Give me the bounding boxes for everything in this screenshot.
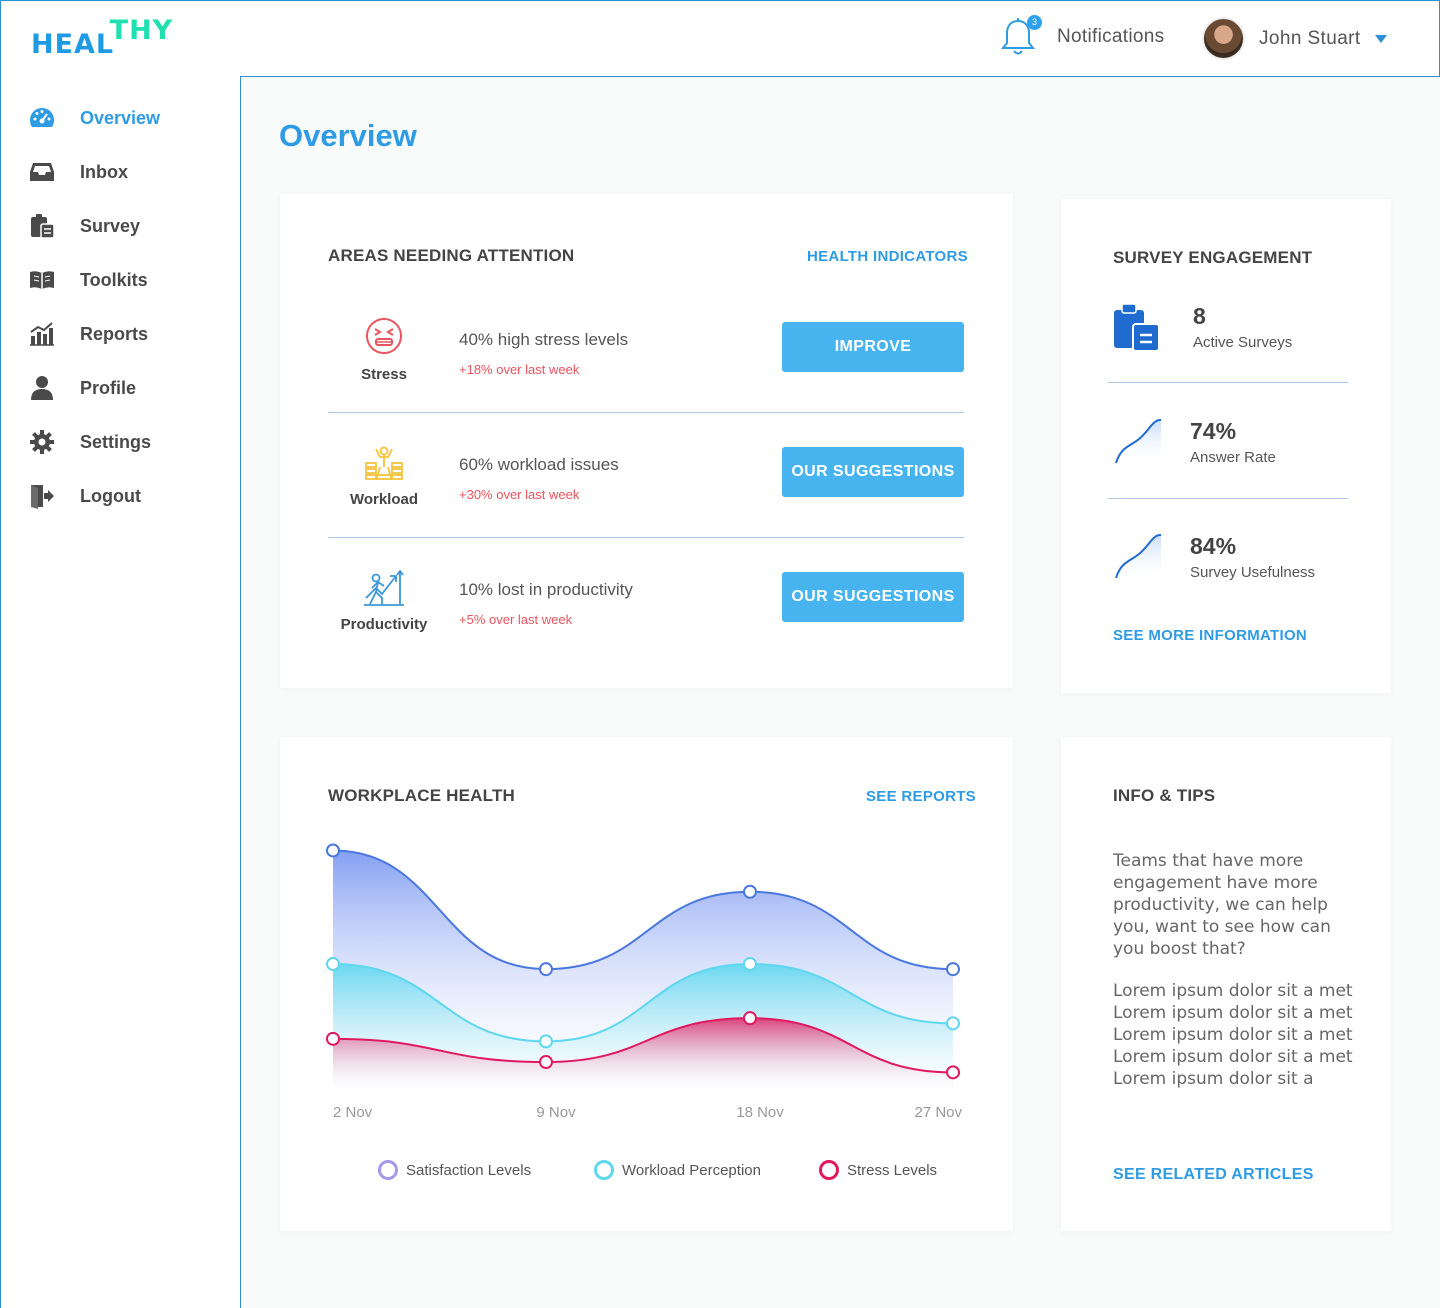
avatar[interactable] [1202, 17, 1245, 60]
notification-badge: 3 [1027, 15, 1042, 30]
clipboard-icon [1113, 302, 1161, 357]
survey-usefulness-label: Survey Usefulness [1190, 564, 1316, 581]
workplace-health-card: WORKPLACE HEALTH SEE REPORTS [280, 737, 1013, 1231]
survey-card-title: SURVEY ENGAGEMENT [1113, 248, 1313, 267]
legend-marker [594, 1160, 614, 1180]
sidebar-item-label: Overview [80, 107, 161, 128]
our-suggestions-button[interactable]: OUR SUGGESTIONS [782, 447, 964, 497]
sidebar-item-survey[interactable]: Survey [29, 211, 140, 241]
area-change: +5% over last week [459, 612, 573, 627]
trend-icon [1113, 532, 1163, 587]
area-change: +30% over last week [459, 487, 580, 502]
chart-icon [29, 321, 55, 347]
logout-icon [29, 483, 55, 509]
user-name: John Stuart [1259, 27, 1361, 49]
workload-icon [358, 445, 410, 489]
survey-usefulness-value: 84% [1190, 533, 1237, 559]
sidebar-item-label: Settings [80, 431, 152, 452]
tips-card-title: INFO & TIPS [1113, 786, 1216, 805]
trend-icon [1113, 417, 1163, 472]
legend-marker [378, 1160, 398, 1180]
gear-icon [29, 429, 55, 455]
legend-marker [819, 1160, 839, 1180]
sidebar-item-label: Profile [80, 377, 137, 398]
user-menu[interactable]: John Stuart [1202, 17, 1387, 60]
legend-item-satisfaction: Satisfaction Levels [378, 1160, 531, 1180]
sidebar-item-profile[interactable]: Profile [29, 373, 136, 403]
info-tips-card: INFO & TIPS Teams that have more engagem… [1061, 737, 1391, 1231]
workplace-card-title: WORKPLACE HEALTH [328, 786, 516, 805]
health-indicators-link[interactable]: HEALTH INDICATORS [807, 248, 968, 265]
area-metric: 10% lost in productivity [459, 580, 633, 599]
legend-item-workload: Workload Perception [594, 1160, 761, 1180]
area-change: +18% over last week [459, 362, 580, 377]
area-name: Workload [349, 491, 419, 508]
area-metric: 40% high stress levels [459, 330, 629, 349]
area-name: Stress [361, 366, 407, 383]
sidebar-item-overview[interactable]: Overview [29, 103, 160, 133]
person-icon [29, 375, 55, 401]
book-icon [29, 267, 55, 293]
legend-item-stress: Stress Levels [819, 1160, 937, 1180]
see-related-articles-link[interactable]: SEE RELATED ARTICLES [1113, 1166, 1314, 1184]
divider [1108, 498, 1348, 499]
active-surveys-label: Active Surveys [1193, 334, 1293, 351]
dashboard-icon [29, 105, 55, 131]
areas-card-title: AREAS NEEDING ATTENTION [328, 246, 575, 265]
inbox-icon [29, 159, 55, 185]
areas-card: AREAS NEEDING ATTENTION HEALTH INDICATOR… [280, 194, 1013, 688]
app-logo[interactable]: HEALTHY [31, 15, 173, 60]
sidebar-item-toolkits[interactable]: Toolkits [29, 265, 148, 295]
see-reports-link[interactable]: SEE REPORTS [866, 788, 976, 805]
tips-paragraph: Lorem ipsum dolor sit a met Lorem ipsum … [1113, 981, 1353, 1089]
area-row-productivity: Productivity 10% lost in productivity +5… [328, 538, 964, 663]
see-more-information-link[interactable]: SEE MORE INFORMATION [1113, 627, 1307, 644]
sidebar-item-logout[interactable]: Logout [29, 481, 141, 511]
improve-button[interactable]: IMPROVE [782, 322, 964, 372]
sidebar-item-label: Inbox [80, 161, 128, 182]
productivity-icon [358, 568, 410, 612]
sidebar: Overview Inbox Survey Toolkits Reports P… [0, 76, 241, 1308]
tips-paragraph: Teams that have more engagement have mor… [1113, 851, 1331, 959]
sidebar-item-settings[interactable]: Settings [29, 427, 151, 457]
stressed-face-icon [358, 316, 410, 360]
legend-label: Satisfaction Levels [406, 1161, 532, 1179]
divider [1108, 382, 1348, 383]
sidebar-item-label: Logout [80, 485, 141, 506]
legend-label: Workload Perception [622, 1161, 761, 1179]
area-row-workload: Workload 60% workload issues +30% over l… [328, 413, 964, 538]
sidebar-item-reports[interactable]: Reports [29, 319, 148, 349]
sidebar-item-label: Reports [80, 323, 149, 344]
area-metric: 60% workload issues [459, 455, 619, 474]
logo-part-thy: THY [109, 15, 174, 46]
sidebar-item-label: Survey [80, 215, 141, 236]
page-title: Overview [279, 118, 417, 153]
chevron-down-icon[interactable] [1374, 34, 1387, 43]
answer-rate-value: 74% [1190, 418, 1237, 444]
survey-engagement-card: SURVEY ENGAGEMENT 8 Active Surveys 74% A… [1061, 199, 1391, 693]
logo-part-heal: HEAL [31, 29, 110, 60]
answer-rate-label: Answer Rate [1190, 449, 1276, 466]
legend-label: Stress Levels [847, 1161, 938, 1179]
area-row-stress: Stress 40% high stress levels +18% over … [328, 288, 964, 413]
area-name: Productivity [340, 616, 428, 633]
bell-icon[interactable]: 3 [1000, 15, 1042, 57]
top-header: HEALTHY 3 Notifications John Stuart [0, 0, 1440, 77]
active-surveys-value: 8 [1193, 303, 1206, 329]
notifications-label: Notifications [1057, 26, 1165, 47]
our-suggestions-button[interactable]: OUR SUGGESTIONS [782, 572, 964, 622]
sidebar-item-label: Toolkits [80, 269, 148, 290]
clipboard-icon [29, 213, 55, 239]
notifications-button[interactable]: 3 Notifications [1000, 15, 1165, 57]
sidebar-item-inbox[interactable]: Inbox [29, 157, 128, 187]
